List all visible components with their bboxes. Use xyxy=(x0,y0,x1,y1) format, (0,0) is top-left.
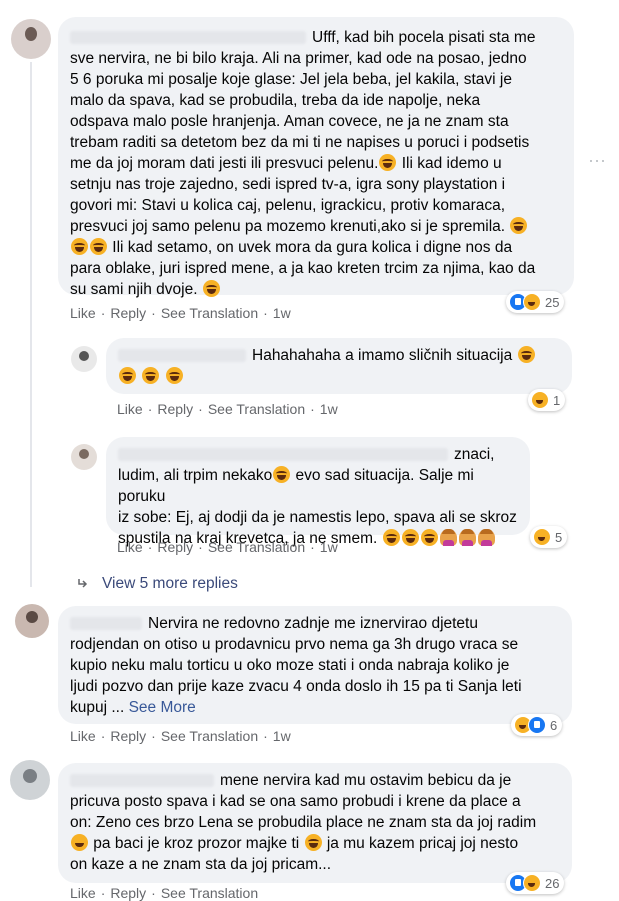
haha-icon xyxy=(523,293,541,311)
blurred-author-name[interactable] xyxy=(118,349,246,363)
comment-actions: Like · Reply · See Translation · 1w xyxy=(117,539,338,555)
laughing-emoji xyxy=(273,466,291,483)
comment-actions: Like · Reply · See Translation xyxy=(70,885,259,901)
woman-facepalm-emoji xyxy=(477,529,495,546)
laughing-emoji xyxy=(202,280,220,297)
like-button[interactable]: Like xyxy=(117,539,143,555)
laughing-emoji xyxy=(142,367,160,384)
comment-bubble-1: Ufff, kad bih pocela pisati sta me sve n… xyxy=(58,17,574,298)
view-more-replies-link[interactable]: View 5 more replies xyxy=(78,575,238,593)
reply-arrow-icon xyxy=(78,579,88,588)
avatar[interactable] xyxy=(10,760,50,800)
laughing-emoji xyxy=(401,529,419,546)
like-button[interactable]: Like xyxy=(70,885,96,901)
comment-bubble-3: mene nervira kad mu ostavim bebicu da je… xyxy=(58,763,572,883)
laughing-emoji xyxy=(165,367,183,384)
comment-text: Ufff, kad bih pocela pisati sta me sve n… xyxy=(70,29,536,172)
blurred-author-name[interactable] xyxy=(70,31,306,45)
laughing-emoji xyxy=(304,834,322,851)
comment-actions: Like · Reply · See Translation · 1w xyxy=(117,401,338,417)
timestamp[interactable]: 1w xyxy=(273,728,291,744)
avatar[interactable] xyxy=(71,346,97,372)
laughing-emoji xyxy=(420,529,438,546)
reply-button[interactable]: Reply xyxy=(157,401,193,417)
comment-actions: Like · Reply · See Translation · 1w xyxy=(70,728,291,744)
grinning-emoji xyxy=(71,834,88,851)
like-button[interactable]: Like xyxy=(70,305,96,321)
blurred-author-name[interactable] xyxy=(118,448,448,462)
comment-text: Hahahahaha a imamo sličnih situacija xyxy=(252,347,517,364)
reaction-summary[interactable]: 5 xyxy=(530,526,568,548)
reaction-count: 1 xyxy=(553,392,561,408)
laughing-emoji xyxy=(382,529,400,546)
like-button[interactable]: Like xyxy=(70,728,96,744)
laughing-emoji xyxy=(119,367,136,384)
laughing-emoji xyxy=(71,238,88,255)
see-translation-link[interactable]: See Translation xyxy=(208,539,305,555)
reply-button[interactable]: Reply xyxy=(110,728,146,744)
laughing-emoji xyxy=(379,154,397,171)
blurred-author-name[interactable] xyxy=(70,617,142,631)
avatar[interactable] xyxy=(15,604,49,638)
woman-facepalm-emoji xyxy=(458,529,476,546)
timestamp[interactable]: 1w xyxy=(273,305,291,321)
reply-button[interactable]: Reply xyxy=(157,539,193,555)
reaction-summary[interactable]: 1 xyxy=(528,389,566,411)
reaction-summary[interactable]: 6 xyxy=(511,714,563,736)
reaction-summary[interactable]: 25 xyxy=(506,291,565,313)
like-button[interactable]: Like xyxy=(117,401,143,417)
see-translation-link[interactable]: See Translation xyxy=(161,728,258,744)
comment-actions: Like · Reply · See Translation · 1w xyxy=(70,305,291,321)
timestamp[interactable]: 1w xyxy=(320,539,338,555)
reaction-count: 5 xyxy=(555,529,563,545)
reply-button[interactable]: Reply xyxy=(110,885,146,901)
comment-text: Ili kad setamo, on uvek mora da gura kol… xyxy=(70,239,536,298)
haha-icon xyxy=(533,528,551,546)
laughing-emoji xyxy=(510,217,528,234)
avatar[interactable] xyxy=(11,19,51,59)
see-translation-link[interactable]: See Translation xyxy=(161,885,258,901)
timestamp[interactable]: 1w xyxy=(320,401,338,417)
laughing-emoji xyxy=(90,238,107,255)
reaction-count: 26 xyxy=(545,875,560,891)
laughing-emoji xyxy=(517,346,535,363)
reply-button[interactable]: Reply xyxy=(110,305,146,321)
reply-bubble-1: Hahahahaha a imamo sličnih situacija xyxy=(106,338,572,394)
comment-text: pa baci je kroz prozor majke ti xyxy=(89,835,304,852)
more-options-icon[interactable]: ··· xyxy=(588,150,606,171)
reaction-count: 6 xyxy=(550,717,558,733)
haha-icon xyxy=(523,874,541,892)
blurred-author-name[interactable] xyxy=(70,774,214,788)
woman-facepalm-emoji xyxy=(439,529,457,546)
haha-icon xyxy=(531,391,549,409)
avatar[interactable] xyxy=(71,444,97,470)
see-translation-link[interactable]: See Translation xyxy=(208,401,305,417)
thread-line xyxy=(30,62,32,587)
reaction-summary[interactable]: 26 xyxy=(506,872,565,894)
like-icon xyxy=(528,716,546,734)
reaction-count: 25 xyxy=(545,294,560,310)
reply-bubble-2: znaci, ludim, ali trpim nekako evo sad s… xyxy=(106,437,530,547)
see-translation-link[interactable]: See Translation xyxy=(161,305,258,321)
see-more-link[interactable]: See More xyxy=(129,699,196,716)
comment-bubble-2: Nervira ne redovno zadnje me iznervirao … xyxy=(58,606,572,724)
